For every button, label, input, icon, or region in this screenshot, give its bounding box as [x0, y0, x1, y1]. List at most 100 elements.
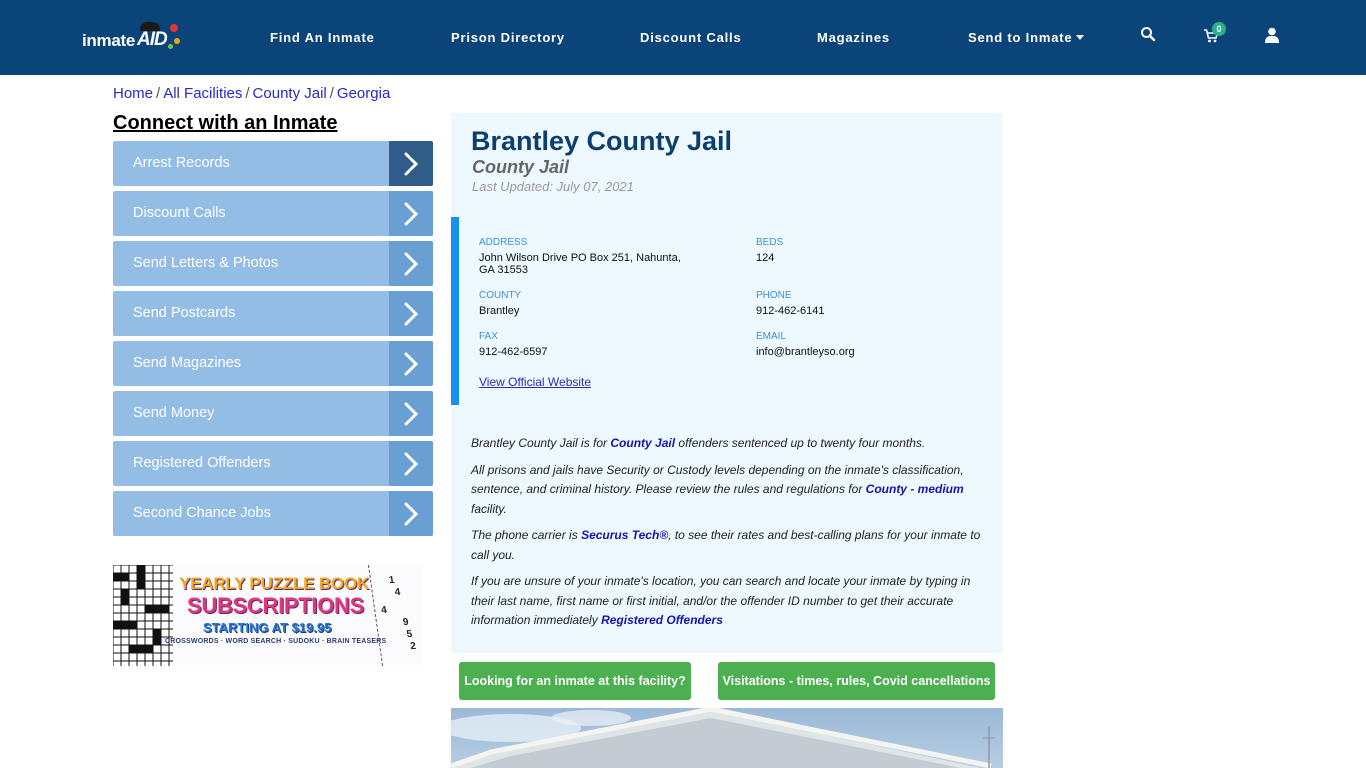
facility-name: Brantley County Jail	[471, 126, 733, 156]
beds-field: BEDS 124	[756, 237, 783, 264]
last-updated: Last Updated: July 07, 2021	[472, 179, 634, 194]
sidebar-item-label: Send Postcards	[133, 305, 236, 321]
address-value: John Wilson Drive PO Box 251, Nahunta,	[479, 252, 681, 264]
cart-count-badge: 0	[1212, 22, 1226, 36]
sidebar-item-label: Arrest Records	[133, 155, 230, 171]
ad-price: STARTING AT $19.95	[203, 620, 332, 635]
fax-field: FAX 912-462-6597	[479, 331, 548, 358]
breadcrumb-separator: /	[245, 85, 250, 102]
nav-discount-calls[interactable]: Discount Calls	[640, 30, 742, 45]
sidebar-menu: Arrest Records Discount Calls Send Lette…	[113, 141, 433, 541]
county-label: COUNTY	[479, 290, 522, 301]
chevron-right-icon	[389, 141, 433, 186]
email-label: EMAIL	[756, 331, 787, 342]
sidebar-item-label: Send Magazines	[133, 355, 242, 371]
chevron-right-icon	[389, 491, 433, 536]
chevron-right-icon	[389, 391, 433, 436]
sudoku-digit: 5	[405, 629, 414, 640]
address-label: ADDRESS	[479, 237, 528, 248]
caret-down-icon	[1076, 35, 1085, 40]
breadcrumb-georgia[interactable]: Georgia	[337, 85, 390, 102]
sidebar-item-label: Discount Calls	[133, 205, 226, 221]
breadcrumb-all-facilities[interactable]: All Facilities	[163, 85, 242, 102]
sudoku-digit: 9	[402, 617, 410, 628]
view-official-website-link[interactable]: View Official Website	[479, 375, 591, 389]
breadcrumb-separator: /	[329, 85, 334, 102]
sudoku-grid-icon: 1 4 4 9 5 2	[367, 565, 423, 666]
chevron-right-icon	[389, 441, 433, 486]
breadcrumb-separator: /	[156, 85, 161, 102]
logo-accent: AID	[137, 29, 168, 50]
search-icon[interactable]	[1140, 26, 1160, 46]
ad-subheadline: SUBSCRIPTIONS	[187, 593, 365, 618]
chevron-right-icon	[389, 241, 433, 286]
fax-label: FAX	[479, 331, 498, 342]
chevron-right-icon	[389, 291, 433, 336]
sidebar-item-send-postcards[interactable]: Send Postcards	[113, 291, 433, 336]
find-inmate-at-facility-button[interactable]: Looking for an inmate at this facility?	[459, 662, 691, 700]
sidebar-item-arrest-records[interactable]: Arrest Records	[113, 141, 433, 186]
county-value: Brantley	[479, 305, 520, 317]
phone-field: PHONE 912-462-6141	[756, 290, 825, 317]
sudoku-digit: 4	[393, 587, 402, 598]
description-paragraph: If you are unsure of your inmate's locat…	[471, 572, 986, 631]
sidebar-item-label: Send Letters & Photos	[133, 255, 279, 271]
ad-headline: YEARLY PUZZLE BOOK	[179, 574, 370, 593]
nav-find-an-inmate[interactable]: Find An Inmate	[270, 30, 375, 45]
site-logo[interactable]: inmate AID	[82, 22, 182, 54]
address-value-line2: GA 31553	[479, 264, 528, 276]
sidebar-item-send-magazines[interactable]: Send Magazines	[113, 341, 433, 386]
sudoku-digit: 2	[409, 641, 417, 652]
description-paragraph: All prisons and jails have Security or C…	[471, 461, 986, 520]
sudoku-digit: 4	[380, 605, 388, 616]
visitations-button[interactable]: Visitations - times, rules, Covid cancel…	[718, 662, 995, 700]
facility-card: Brantley County Jail County Jail Last Up…	[451, 113, 1003, 653]
sidebar-item-discount-calls[interactable]: Discount Calls	[113, 191, 433, 236]
crossword-grid-icon	[113, 565, 173, 666]
email-value: info@brantleyso.org	[756, 346, 855, 358]
sidebar-item-second-chance-jobs[interactable]: Second Chance Jobs	[113, 491, 433, 536]
sidebar-item-send-letters-photos[interactable]: Send Letters & Photos	[113, 241, 433, 286]
sidebar-item-send-money[interactable]: Send Money	[113, 391, 433, 436]
facility-building-image	[451, 708, 995, 768]
sidebar-item-label: Second Chance Jobs	[133, 505, 271, 521]
fax-value: 912-462-6597	[479, 346, 548, 358]
logo-decoration-icon	[170, 24, 178, 32]
chevron-right-icon	[389, 341, 433, 386]
county-field: COUNTY Brantley	[479, 290, 521, 317]
puzzle-book-ad-banner[interactable]: YEARLY PUZZLE BOOK SUBSCRIPTIONS STARTIN…	[113, 565, 423, 666]
description-paragraph: Brantley County Jail is for County Jail …	[471, 434, 986, 454]
breadcrumb-home[interactable]: Home	[113, 85, 153, 102]
facility-photo	[451, 708, 1003, 768]
nav-send-to-inmate[interactable]: Send to Inmate	[968, 30, 1085, 45]
facility-type: County Jail	[472, 157, 570, 177]
nav-send-to-inmate-label: Send to Inmate	[968, 30, 1073, 45]
description-paragraph: The phone carrier is Securus Tech®, to s…	[471, 526, 986, 565]
top-navbar: inmate AID Find An Inmate Prison Directo…	[0, 0, 1366, 75]
breadcrumb: Home / All Facilities / County Jail / Georgia	[113, 85, 390, 102]
nav-magazines[interactable]: Magazines	[817, 30, 890, 45]
county-medium-link[interactable]: County - medium	[866, 482, 964, 496]
address-field: ADDRESS John Wilson Drive PO Box 251, Na…	[479, 237, 709, 276]
description-text: offenders sentenced up to twenty four mo…	[675, 436, 926, 450]
description-text: The phone carrier is	[471, 528, 582, 542]
nav-prison-directory[interactable]: Prison Directory	[451, 30, 565, 45]
breadcrumb-county-jail[interactable]: County Jail	[253, 85, 327, 102]
registered-offenders-link[interactable]: Registered Offenders	[601, 613, 723, 627]
sidebar-item-label: Send Money	[133, 405, 215, 421]
phone-value: 912-462-6141	[756, 305, 825, 317]
description-text: Brantley County Jail is for	[471, 436, 611, 450]
ad-tagline: CROSSWORDS · WORD SEARCH · SUDOKU · BRAI…	[165, 638, 387, 645]
securus-tech-link[interactable]: Securus Tech®	[581, 528, 668, 542]
user-icon[interactable]	[1265, 27, 1285, 47]
sudoku-digit: 1	[388, 575, 396, 586]
beds-label: BEDS	[756, 237, 784, 248]
sidebar-title: Connect with an Inmate	[113, 112, 338, 134]
facility-info-panel: ADDRESS John Wilson Drive PO Box 251, Na…	[451, 217, 1003, 405]
county-jail-link[interactable]: County Jail	[610, 436, 675, 450]
sidebar-item-label: Registered Offenders	[133, 455, 271, 471]
logo-decoration-icon	[168, 44, 173, 49]
logo-decoration-icon	[174, 38, 180, 44]
description-text: facility.	[471, 501, 507, 516]
sidebar-item-registered-offenders[interactable]: Registered Offenders	[113, 441, 433, 486]
